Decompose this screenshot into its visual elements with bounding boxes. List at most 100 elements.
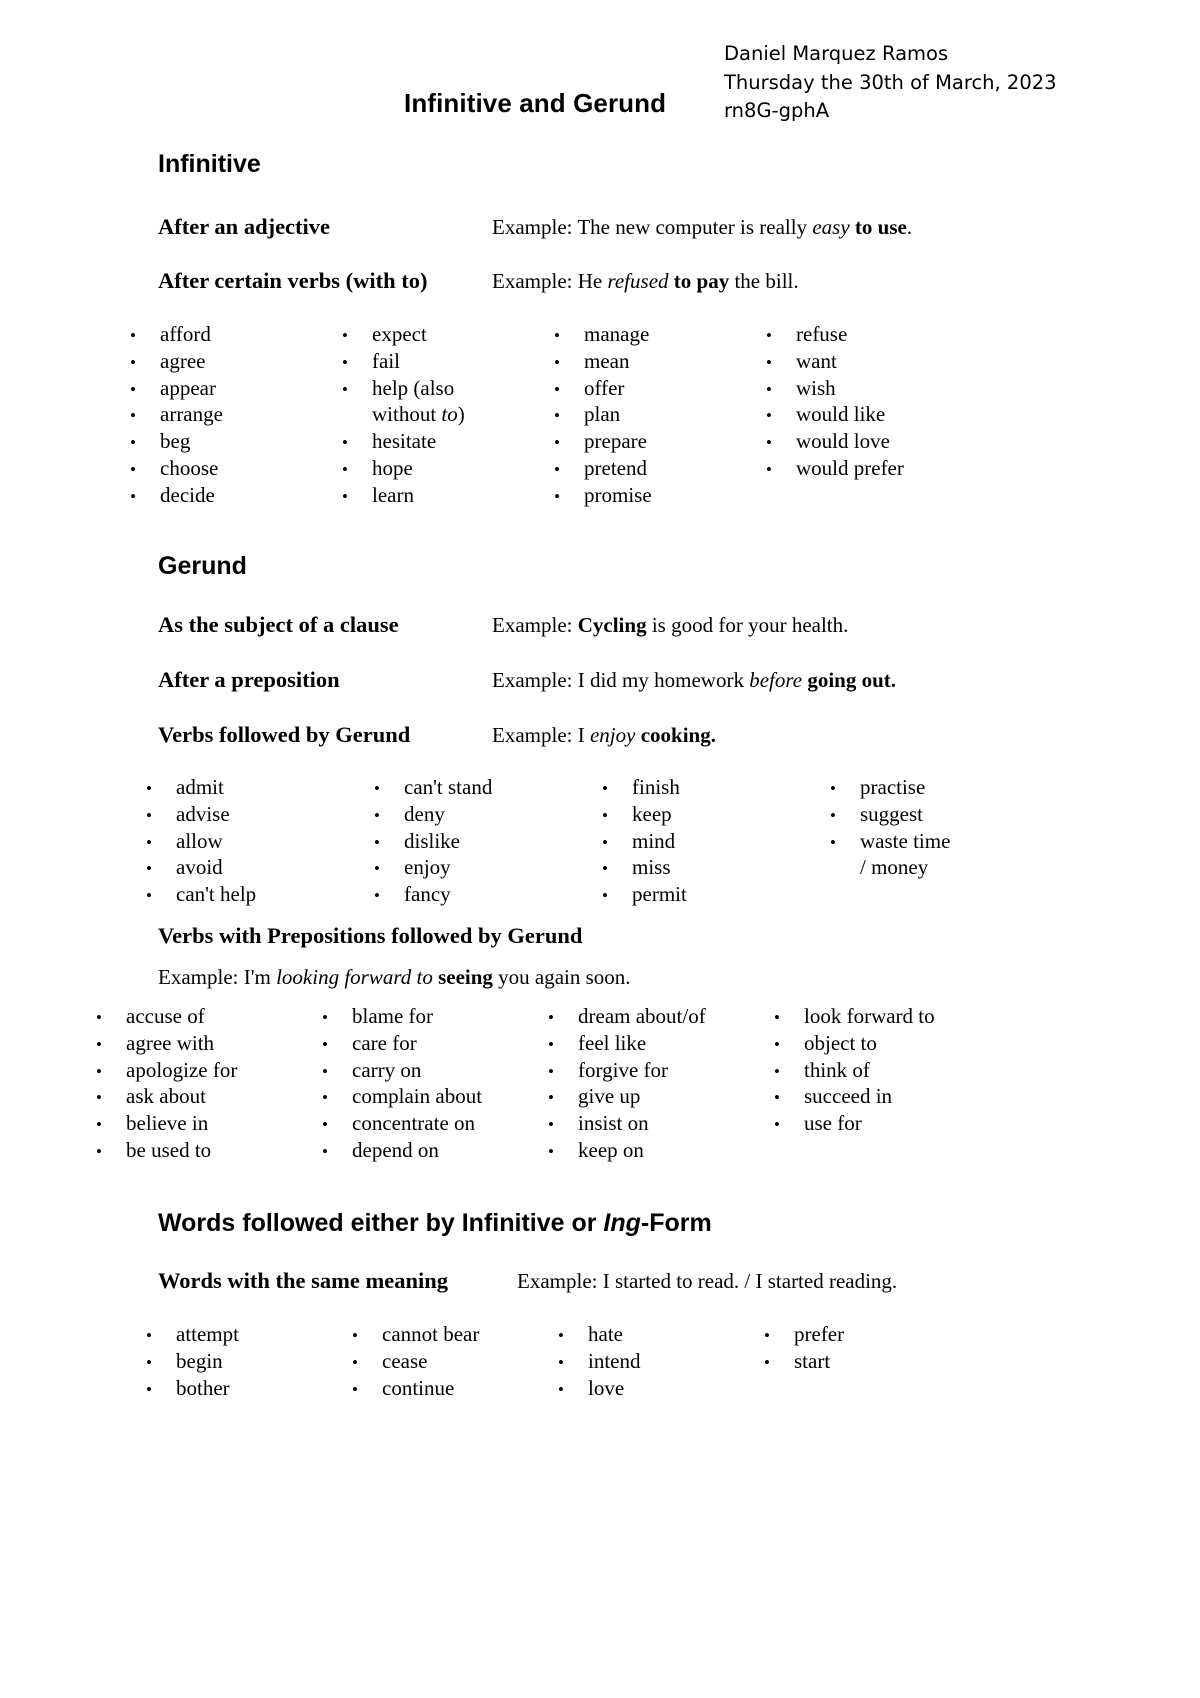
bullet-icon: • [554, 379, 560, 399]
list-item-label: ask about [126, 1084, 206, 1109]
bullet-icon: • [548, 1141, 554, 1161]
list-item-label: use for [804, 1111, 862, 1136]
list-item-label: can't stand [404, 775, 493, 799]
list-item-label: insist on [578, 1111, 649, 1136]
list-column: • look forward to • object to • think of • succ… [774, 1004, 1000, 1165]
bullet-icon: • [130, 459, 136, 479]
list-item: • give up [548, 1084, 774, 1111]
bullet-icon: • [130, 379, 136, 399]
bullet-icon: • [352, 1326, 358, 1345]
list-item-label: without to) [372, 402, 465, 427]
either-word-list: • attempt • begin • bother • cannot bear • cease… [146, 1322, 970, 1402]
bullet-icon: • [554, 352, 560, 372]
bullet-icon: • [322, 1034, 328, 1054]
list-item-label: intend [588, 1348, 641, 1373]
bullet-icon: • [774, 1008, 780, 1027]
bullet-icon: • [146, 1326, 152, 1345]
list-item-label: learn [372, 482, 414, 507]
list-item-label: love [588, 1375, 625, 1400]
list-item-label: practise [860, 775, 926, 799]
list-column: • hate • intend • love [558, 1322, 764, 1402]
bullet-icon: • [146, 779, 152, 798]
list-item: • finish [602, 775, 830, 802]
list-item-label: give up [578, 1084, 641, 1109]
list-item: • beg [130, 429, 342, 456]
bullet-icon: • [374, 832, 380, 852]
example-text: Example: I started to read. / I started … [517, 1269, 898, 1293]
list-item-label: choose [160, 455, 219, 480]
list-column: • attempt • begin • bother [146, 1322, 352, 1402]
list-item-label: afford [160, 322, 211, 346]
list-column: • afford • agree • appear • arrange • beg • choose •… [130, 322, 342, 510]
list-item-label: look forward to [804, 1004, 935, 1028]
list-item-label: attempt [176, 1322, 239, 1346]
bullet-icon: • [830, 805, 836, 825]
list-item-label: deny [404, 801, 445, 826]
bullet-icon: • [766, 352, 772, 372]
bullet-icon: • [558, 1379, 564, 1399]
bullet-icon: • [96, 1061, 102, 1081]
bullet-icon: • [96, 1034, 102, 1054]
bullet-icon: • [774, 1061, 780, 1081]
list-item: • depend on [322, 1138, 548, 1165]
bullet-icon: • [554, 433, 560, 453]
list-column: • manage • mean • offer • plan • prepare • pretend •… [554, 322, 766, 510]
list-item: • avoid [146, 855, 374, 882]
subrow-subject-of-clause: As the subject of a clause Example: Cycl… [158, 612, 848, 638]
list-item: • allow [146, 829, 374, 856]
subheading-verbs-with-prepositions: Verbs with Prepositions followed by Geru… [158, 923, 582, 949]
list-item: • dream about/of [548, 1004, 774, 1031]
list-item: • prefer [764, 1322, 970, 1349]
bullet-icon: • [374, 779, 380, 798]
list-item-label: dislike [404, 828, 460, 853]
list-item-label: hesitate [372, 429, 437, 454]
bullet-icon: • [146, 1352, 152, 1372]
list-item-label: pretend [584, 455, 647, 480]
list-item: • hate [558, 1322, 764, 1349]
list-item: • carry on [322, 1058, 548, 1085]
list-item: • blame for [322, 1004, 548, 1031]
list-item-label: hope [372, 455, 413, 480]
list-item-label: complain about [352, 1084, 483, 1109]
document-page: Infinitive and Gerund Daniel Marquez Ram… [0, 0, 1200, 1698]
bullet-icon: • [374, 886, 380, 906]
bullet-icon: • [558, 1326, 564, 1345]
list-item: • fancy [374, 882, 602, 909]
bullet-icon: • [342, 486, 348, 506]
list-item: •without to) [342, 402, 554, 429]
example-text: Example: Cycling is good for your health… [492, 613, 849, 637]
subheading-label: As the subject of a clause [158, 612, 399, 637]
list-item-label: keep on [578, 1137, 644, 1162]
author-name: Daniel Marquez Ramos [724, 42, 949, 65]
list-item-label: can't help [176, 882, 257, 907]
list-item-label: / money [860, 855, 929, 880]
list-item: • practise [830, 775, 1058, 802]
list-item: • help (also [342, 376, 554, 403]
bullet-icon: • [548, 1008, 554, 1027]
list-item-label: accuse of [126, 1004, 205, 1028]
list-item-label: mean [584, 348, 630, 373]
bullet-icon: • [548, 1115, 554, 1135]
bullet-icon: • [342, 433, 348, 453]
list-item: • would like [766, 402, 978, 429]
bullet-icon: • [322, 1008, 328, 1027]
subheading-label: Verbs followed by Gerund [158, 722, 411, 747]
bullet-icon: • [322, 1061, 328, 1081]
list-item: • learn [342, 483, 554, 510]
list-column: • dream about/of • feel like • forgive for • gi… [548, 1004, 774, 1165]
list-item: • mean [554, 349, 766, 376]
list-item: • appear [130, 376, 342, 403]
bullet-icon: • [322, 1141, 328, 1161]
list-item-label: cannot bear [382, 1322, 480, 1346]
list-item-label: apologize for [126, 1057, 238, 1082]
list-item: • feel like [548, 1031, 774, 1058]
list-item: • keep on [548, 1138, 774, 1165]
list-item: • offer [554, 376, 766, 403]
list-item: • decide [130, 483, 342, 510]
subrow-verbs-followed-by-gerund: Verbs followed by Gerund Example: I enjo… [158, 722, 716, 748]
list-item: • advise [146, 802, 374, 829]
list-item-label: object to [804, 1030, 877, 1055]
list-item: • concentrate on [322, 1111, 548, 1138]
list-item: • deny [374, 802, 602, 829]
list-item-label: beg [160, 429, 191, 454]
